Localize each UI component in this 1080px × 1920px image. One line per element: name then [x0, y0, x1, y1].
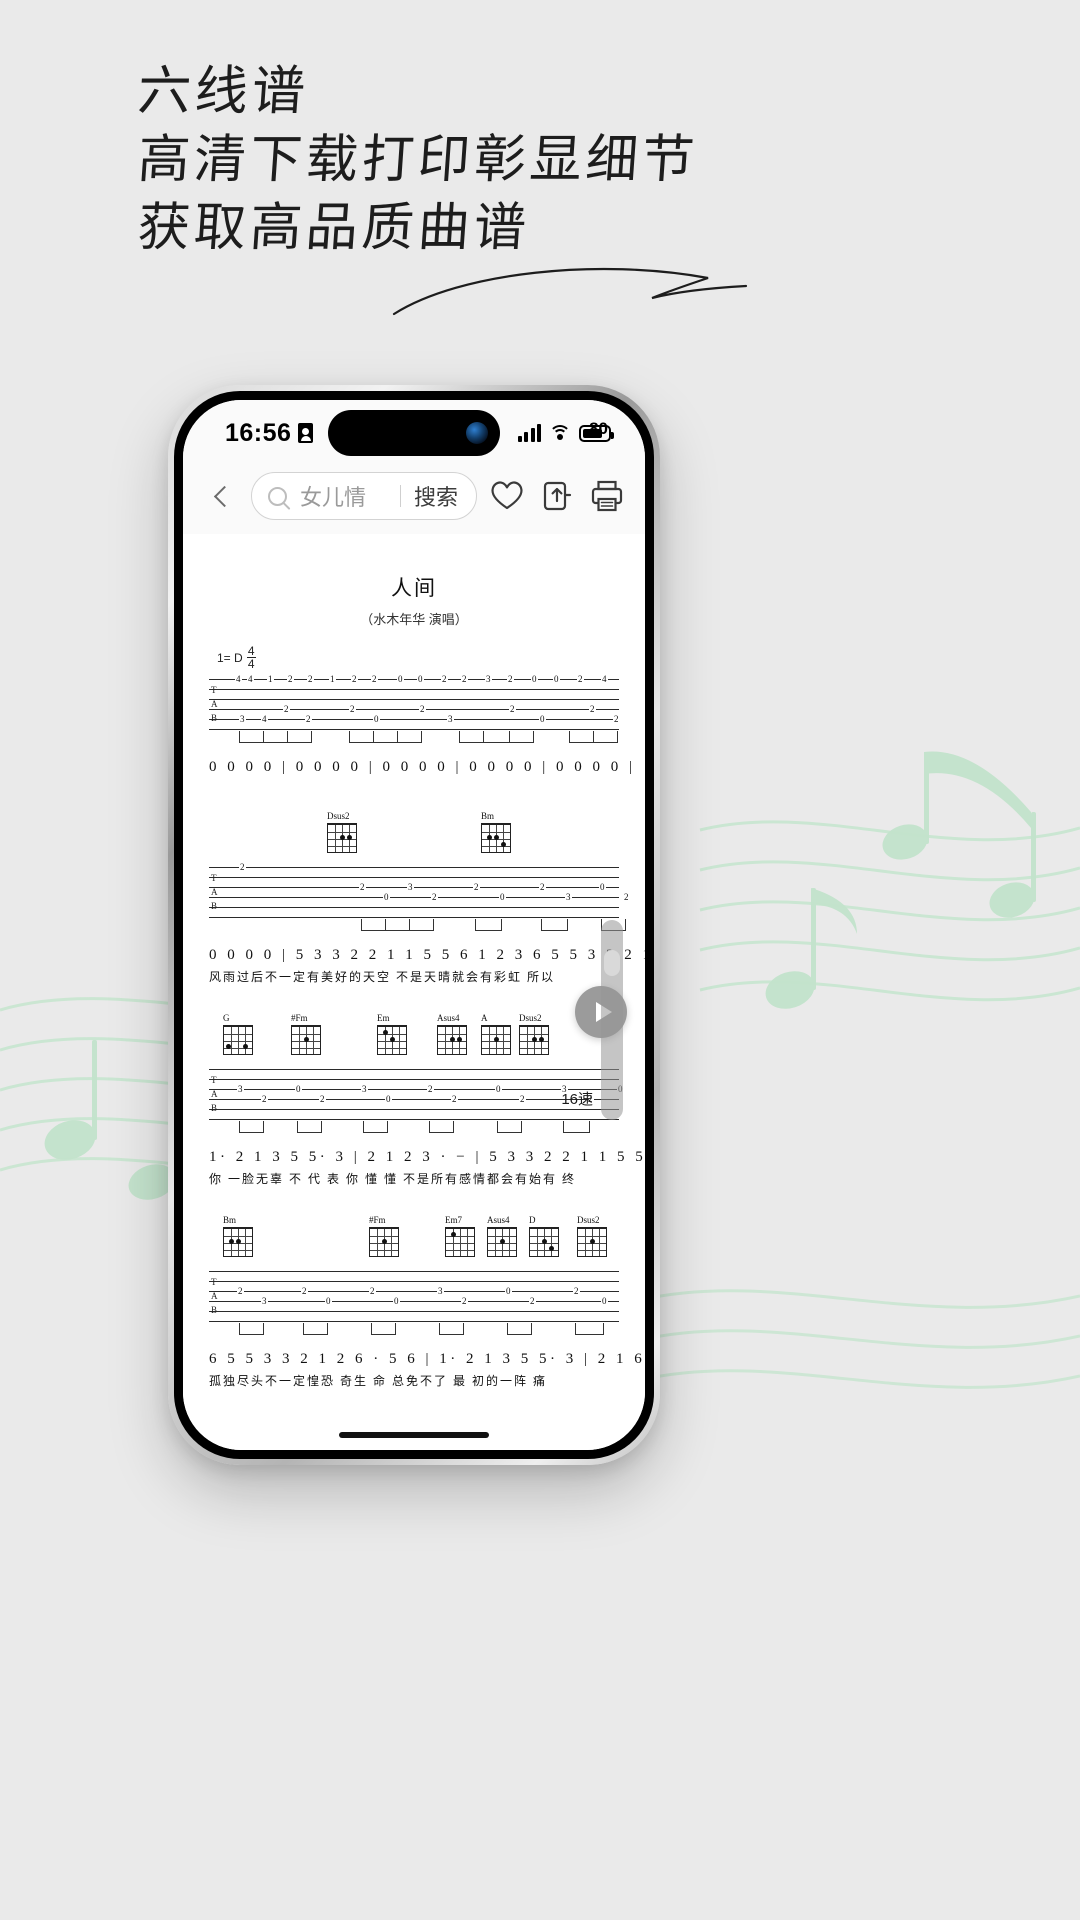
chord-diagram: A [481, 1013, 515, 1056]
time-signature: 4 4 [246, 644, 256, 672]
status-time: 16:56 [225, 418, 292, 447]
chord-diagram: Dsus2 [577, 1215, 611, 1258]
notation-numbers: 0 0 0 0 | 0 0 0 0 | 0 0 0 0 | 0 0 0 0 | … [209, 759, 636, 776]
chord-diagram: Dsus2 [519, 1013, 553, 1056]
chord-name: G [223, 1013, 230, 1024]
note-stems [209, 1121, 619, 1139]
search-submit-button[interactable]: 搜索 [401, 480, 472, 512]
chord-diagram: Dsus2 [327, 811, 361, 854]
battery-icon [579, 424, 614, 442]
tab-stave: TAB 23 20 20 32 02 20 [209, 1271, 619, 1336]
status-time-group: 16:56 [225, 418, 314, 448]
toolbar-icon-group [489, 478, 625, 514]
song-artist: （水木年华 演唱） [360, 612, 468, 627]
chord-diagram: Em [377, 1013, 411, 1056]
chord-diagram: G [223, 1013, 257, 1056]
speed-slider[interactable] [601, 920, 623, 1120]
search-icon [268, 486, 287, 506]
sheet-music-viewer[interactable]: 人间 （水木年华 演唱） 1= D 4 4 TAB 4 4 1 2 2 1 2 … [183, 534, 645, 1450]
chord-diagram: #Fm [369, 1215, 403, 1258]
chord-diagram: Asus4 [487, 1215, 521, 1258]
numbered-notation: 0 0 0 0 | 0 0 0 0 | 0 0 0 0 | 0 0 0 0 | … [209, 759, 636, 807]
key-signature: 1= D 4 4 [217, 644, 619, 672]
lyrics-line: 孤独尽头不一定惶恐 奇生 命 总免不了 最 初的一阵 痛 [209, 1374, 548, 1389]
chord-name: Dsus2 [577, 1215, 600, 1226]
note-stems [209, 919, 626, 937]
chord-name: Dsus2 [519, 1013, 542, 1024]
note-stems [209, 731, 619, 749]
chord-name: Asus4 [487, 1215, 510, 1226]
tab-fret-numbers: 2 20 32 20 23 02 [239, 862, 630, 903]
note-stems [209, 1323, 619, 1341]
chord-name: Em [377, 1013, 390, 1024]
chord-name: Bm [223, 1215, 237, 1226]
chord-diagram-row: Bm #Fm Em7 Asus4 D Dsus2 [209, 1215, 619, 1261]
chord-diagram: Bm [481, 811, 515, 854]
chord-diagram: D [529, 1215, 563, 1258]
tab-stave: TAB 2 20 32 20 23 02 [209, 862, 630, 932]
promo-headline: 六线谱 高清下载打印彰显细节 获取高品质曲谱 [135, 58, 701, 262]
chord-name: Bm [481, 811, 495, 822]
share-icon[interactable] [539, 478, 575, 514]
phone-mockup: 16:56 80 女儿情 搜索 [168, 385, 660, 1465]
chord-name: #Fm [291, 1013, 308, 1024]
chord-name: #Fm [369, 1215, 386, 1226]
chord-name: Em7 [445, 1215, 462, 1226]
search-bar[interactable]: 女儿情 搜索 [251, 472, 477, 520]
wifi-icon [549, 424, 571, 442]
speed-slider-knob[interactable] [604, 950, 620, 976]
phone-bezel: 16:56 80 女儿情 搜索 [174, 391, 654, 1459]
numbered-notation: 0 0 0 0 | 5 3 3 2 2 1 1 5 5 6 1 2 3 6 5 … [209, 947, 645, 1003]
time-denominator: 4 [247, 657, 255, 672]
status-bar: 16:56 80 [183, 400, 645, 458]
headline-line-2: 高清下载打印彰显细节 [135, 130, 701, 190]
key-signature-text: 1= D [217, 650, 243, 665]
chord-name: Asus4 [437, 1013, 460, 1024]
headline-line-1: 六线谱 [135, 61, 312, 122]
numbered-notation: 1· 2 1 3 5 5· 3 | 2 1 2 3 · − | 5 3 3 2 … [209, 1149, 645, 1205]
chord-name: A [481, 1013, 488, 1024]
numbered-notation: 6 5 5 3 3 2 1 2 6 · 5 6 | 1· 2 1 3 5 5· … [209, 1351, 645, 1407]
app-toolbar: 女儿情 搜索 [183, 458, 645, 534]
tab-stave: TAB 32 02 30 22 02 32 0 [209, 1069, 624, 1134]
chord-diagram-row: G #Fm Em Asus4 A Dsus2 [209, 1013, 619, 1059]
front-camera-icon [466, 422, 488, 444]
phone-screen: 16:56 80 女儿情 搜索 [183, 400, 645, 1450]
song-title: 人间 [391, 577, 437, 600]
dynamic-island [328, 410, 500, 456]
notation-numbers: 1· 2 1 3 5 5· 3 | 2 1 2 3 · − | 5 3 3 2 … [209, 1149, 645, 1166]
back-button[interactable] [205, 479, 239, 513]
tab-fret-numbers: 44 12 21 22 00 22 32 00 24 34 22 20 23 2… [235, 674, 620, 725]
lyrics-line: 你 一脸无辜 不 代 表 你 懂 懂 不是所有感情都会有始有 终 [209, 1172, 577, 1187]
tab-stave: TAB 44 12 21 22 00 22 32 00 24 34 22 20 [209, 674, 620, 744]
lyrics-line: 风雨过后不一定有美好的天空 不是天晴就会有彩虹 所以 [209, 970, 556, 985]
print-icon[interactable] [589, 478, 625, 514]
home-indicator [339, 1432, 489, 1438]
cellular-signal-icon [517, 424, 541, 442]
notation-numbers: 6 5 5 3 3 2 1 2 6 · 5 6 | 1· 2 1 3 5 5· … [209, 1351, 645, 1368]
status-right-group: 80 [517, 419, 614, 442]
chord-diagram: Asus4 [437, 1013, 471, 1056]
tab-fret-numbers: 32 02 30 22 02 32 0 [209, 1069, 624, 1123]
headline-line-3: 获取高品质曲谱 [135, 198, 533, 258]
chord-diagram-row: Dsus2 Bm [209, 811, 619, 857]
favorite-heart-icon[interactable] [489, 478, 525, 514]
speed-label: 16速 [561, 1091, 593, 1108]
chord-diagram: Bm [223, 1215, 257, 1258]
playback-controls: 16速 [561, 920, 627, 1120]
chord-diagram: Em7 [445, 1215, 479, 1258]
search-input[interactable]: 女儿情 [287, 480, 400, 512]
notation-numbers: 0 0 0 0 | 5 3 3 2 2 1 1 5 5 6 1 2 3 6 5 … [209, 947, 645, 964]
headline-underline-flourish [392, 267, 748, 316]
chord-diagram: #Fm [291, 1013, 325, 1056]
time-numerator: 4 [247, 644, 255, 658]
id-card-icon [298, 423, 314, 443]
chord-name: D [529, 1215, 536, 1226]
chord-name: Dsus2 [327, 811, 350, 822]
tab-fret-numbers: 23 20 20 32 02 20 [237, 1286, 608, 1307]
